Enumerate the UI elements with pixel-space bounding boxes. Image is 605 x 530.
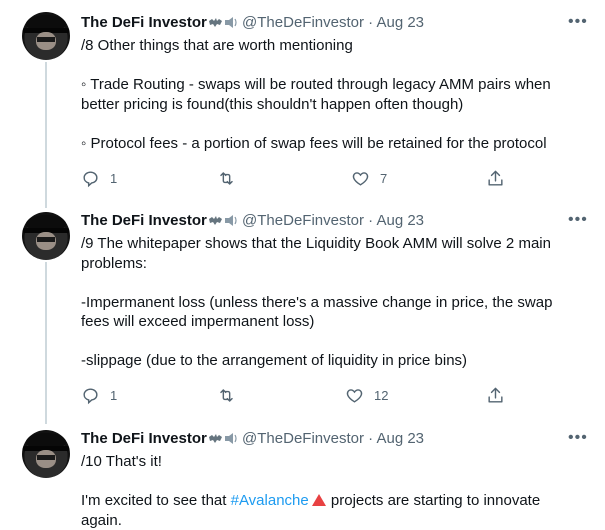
heart-icon [352,172,369,186]
share-button[interactable] [486,386,515,405]
avatar[interactable] [22,12,70,60]
separator-dot: · [368,430,374,447]
tweet-header: The DeFi Investor @TheDeFinvestor · Aug … [81,212,424,230]
like-count: 7 [380,171,388,186]
tweet[interactable]: The DeFi Investor @TheDeFinvestor · Aug … [0,0,605,200]
reply-icon [83,388,98,405]
tweet-text-line: -Impermanent loss (unless there's a mass… [81,293,553,331]
author-name[interactable]: The DeFi Investor [81,14,207,31]
tweet-text: /9 The whitepaper shows that the Liquidi… [81,234,581,371]
tweet-text-line: /9 The whitepaper shows that the Liquidi… [81,235,551,272]
author-name[interactable]: The DeFi Investor [81,212,207,229]
avatar[interactable] [22,430,70,478]
retweet-icon [220,389,233,402]
tweet-text-line: ◦ Protocol fees - a portion of swap fees… [81,134,547,152]
reply-count: 1 [110,388,118,403]
tweet-text: /10 That's it! I'm excited to see that #… [81,452,581,530]
retweet-button[interactable] [217,169,246,188]
avatar[interactable] [22,212,70,260]
tweet-date[interactable]: Aug 23 [376,430,424,447]
reply-icon [83,171,98,188]
author-name[interactable]: The DeFi Investor [81,430,207,447]
tweet[interactable]: The DeFi Investor @TheDeFinvestor · Aug … [0,200,605,418]
tweet-date[interactable]: Aug 23 [376,212,424,229]
red-triangle-emoji-icon [311,494,326,506]
like-count: 12 [374,388,389,403]
tweet-text-line: -slippage (due to the arrangement of liq… [81,352,468,369]
author-handle[interactable]: @TheDeFinvestor [242,212,364,229]
tweet-text-line: I'm excited to see that #Avalanche proje… [81,491,581,530]
separator-dot: · [368,212,374,229]
tweet-header: The DeFi Investor @TheDeFinvestor · Aug … [81,14,424,32]
tweet-text-line: /8 Other things that are worth mentionin… [81,37,353,54]
heart-icon [346,389,363,403]
bat-and-speaker-emoji-icon [208,433,237,444]
tweet-text: /8 Other things that are worth mentionin… [81,36,581,153]
author-handle[interactable]: @TheDeFinvestor [242,14,364,31]
retweet-icon [220,172,233,185]
more-options-icon[interactable]: ••• [568,212,588,232]
retweet-button[interactable] [217,386,246,405]
reply-button[interactable]: 1 [81,386,117,405]
tweet-actions: 1 12 [81,386,581,406]
share-icon [488,170,503,186]
separator-dot: · [368,14,374,31]
author-handle[interactable]: @TheDeFinvestor [242,430,364,447]
tweet-text-segment: I'm excited to see that [81,492,231,509]
like-button[interactable]: 12 [345,386,388,405]
tweet-date[interactable]: Aug 23 [376,14,424,31]
bat-and-speaker-emoji-icon [208,215,237,226]
hashtag-link[interactable]: #Avalanche [231,492,309,509]
like-button[interactable]: 7 [351,169,387,188]
tweet-text-line: /10 That's it! [81,453,162,470]
reply-button[interactable]: 1 [81,169,117,188]
tweet-text-line: ◦ Trade Routing - swaps will be routed t… [81,76,551,113]
bat-and-speaker-emoji-icon [208,17,237,28]
tweet[interactable]: The DeFi Investor @TheDeFinvestor · Aug … [0,418,605,530]
reply-count: 1 [110,171,118,186]
tweet-header: The DeFi Investor @TheDeFinvestor · Aug … [81,430,424,448]
tweet-actions: 1 7 [81,169,581,189]
share-button[interactable] [486,169,515,188]
more-options-icon[interactable]: ••• [568,14,588,34]
share-icon [488,387,503,403]
more-options-icon[interactable]: ••• [568,430,588,450]
